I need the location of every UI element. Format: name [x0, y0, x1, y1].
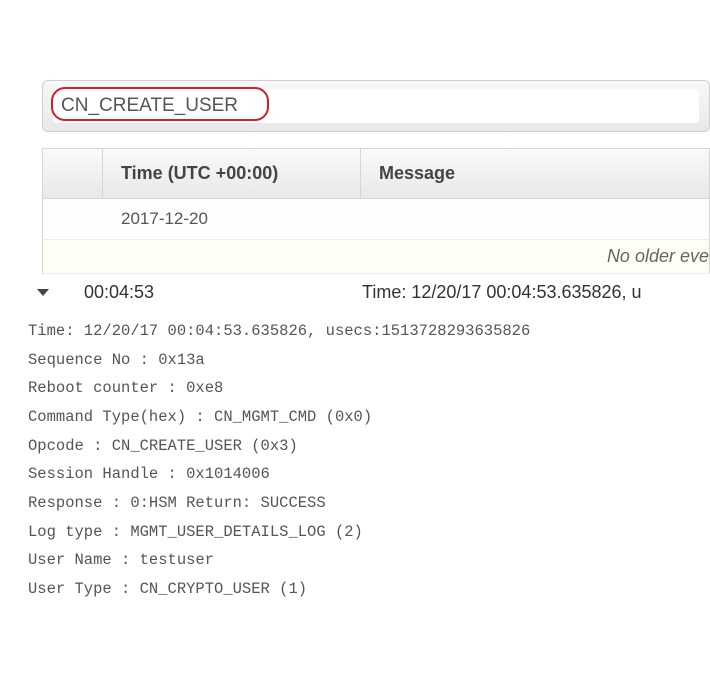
detail-line: Log type : MGMT_USER_DETAILS_LOG (2): [28, 518, 708, 547]
event-row[interactable]: 00:04:53 Time: 12/20/17 00:04:53.635826,…: [26, 274, 710, 311]
table-header: Time (UTC +00:00) Message: [42, 148, 710, 199]
header-message[interactable]: Message: [361, 149, 709, 198]
search-bar: [42, 80, 710, 132]
event-time: 00:04:53: [60, 282, 362, 303]
detail-line: Opcode : CN_CREATE_USER (0x3): [28, 432, 708, 461]
chevron-down-icon: [37, 289, 49, 296]
header-time[interactable]: Time (UTC +00:00): [103, 149, 361, 198]
detail-line: Command Type(hex) : CN_MGMT_CMD (0x0): [28, 403, 708, 432]
event-message: Time: 12/20/17 00:04:53.635826, u: [362, 282, 710, 303]
detail-line: Reboot counter : 0xe8: [28, 374, 708, 403]
detail-line: Response : 0:HSM Return: SUCCESS: [28, 489, 708, 518]
search-input[interactable]: [61, 95, 691, 117]
event-details: Time: 12/20/17 00:04:53.635826, usecs:15…: [26, 311, 710, 604]
detail-line: User Name : testuser: [28, 546, 708, 575]
no-older-events: No older eve: [42, 240, 710, 274]
date-group-row[interactable]: 2017-12-20: [42, 199, 710, 240]
detail-line: User Type : CN_CRYPTO_USER (1): [28, 575, 708, 604]
header-expand-col: [43, 149, 103, 198]
date-group-label: 2017-12-20: [103, 199, 226, 239]
expand-toggle[interactable]: [26, 289, 60, 296]
detail-line: Session Handle : 0x1014006: [28, 460, 708, 489]
detail-line: Time: 12/20/17 00:04:53.635826, usecs:15…: [28, 317, 708, 346]
date-expand-col: [43, 199, 103, 239]
detail-line: Sequence No : 0x13a: [28, 346, 708, 375]
search-input-wrap: [53, 89, 699, 123]
log-viewer: Time (UTC +00:00) Message 2017-12-20 No …: [0, 0, 710, 604]
